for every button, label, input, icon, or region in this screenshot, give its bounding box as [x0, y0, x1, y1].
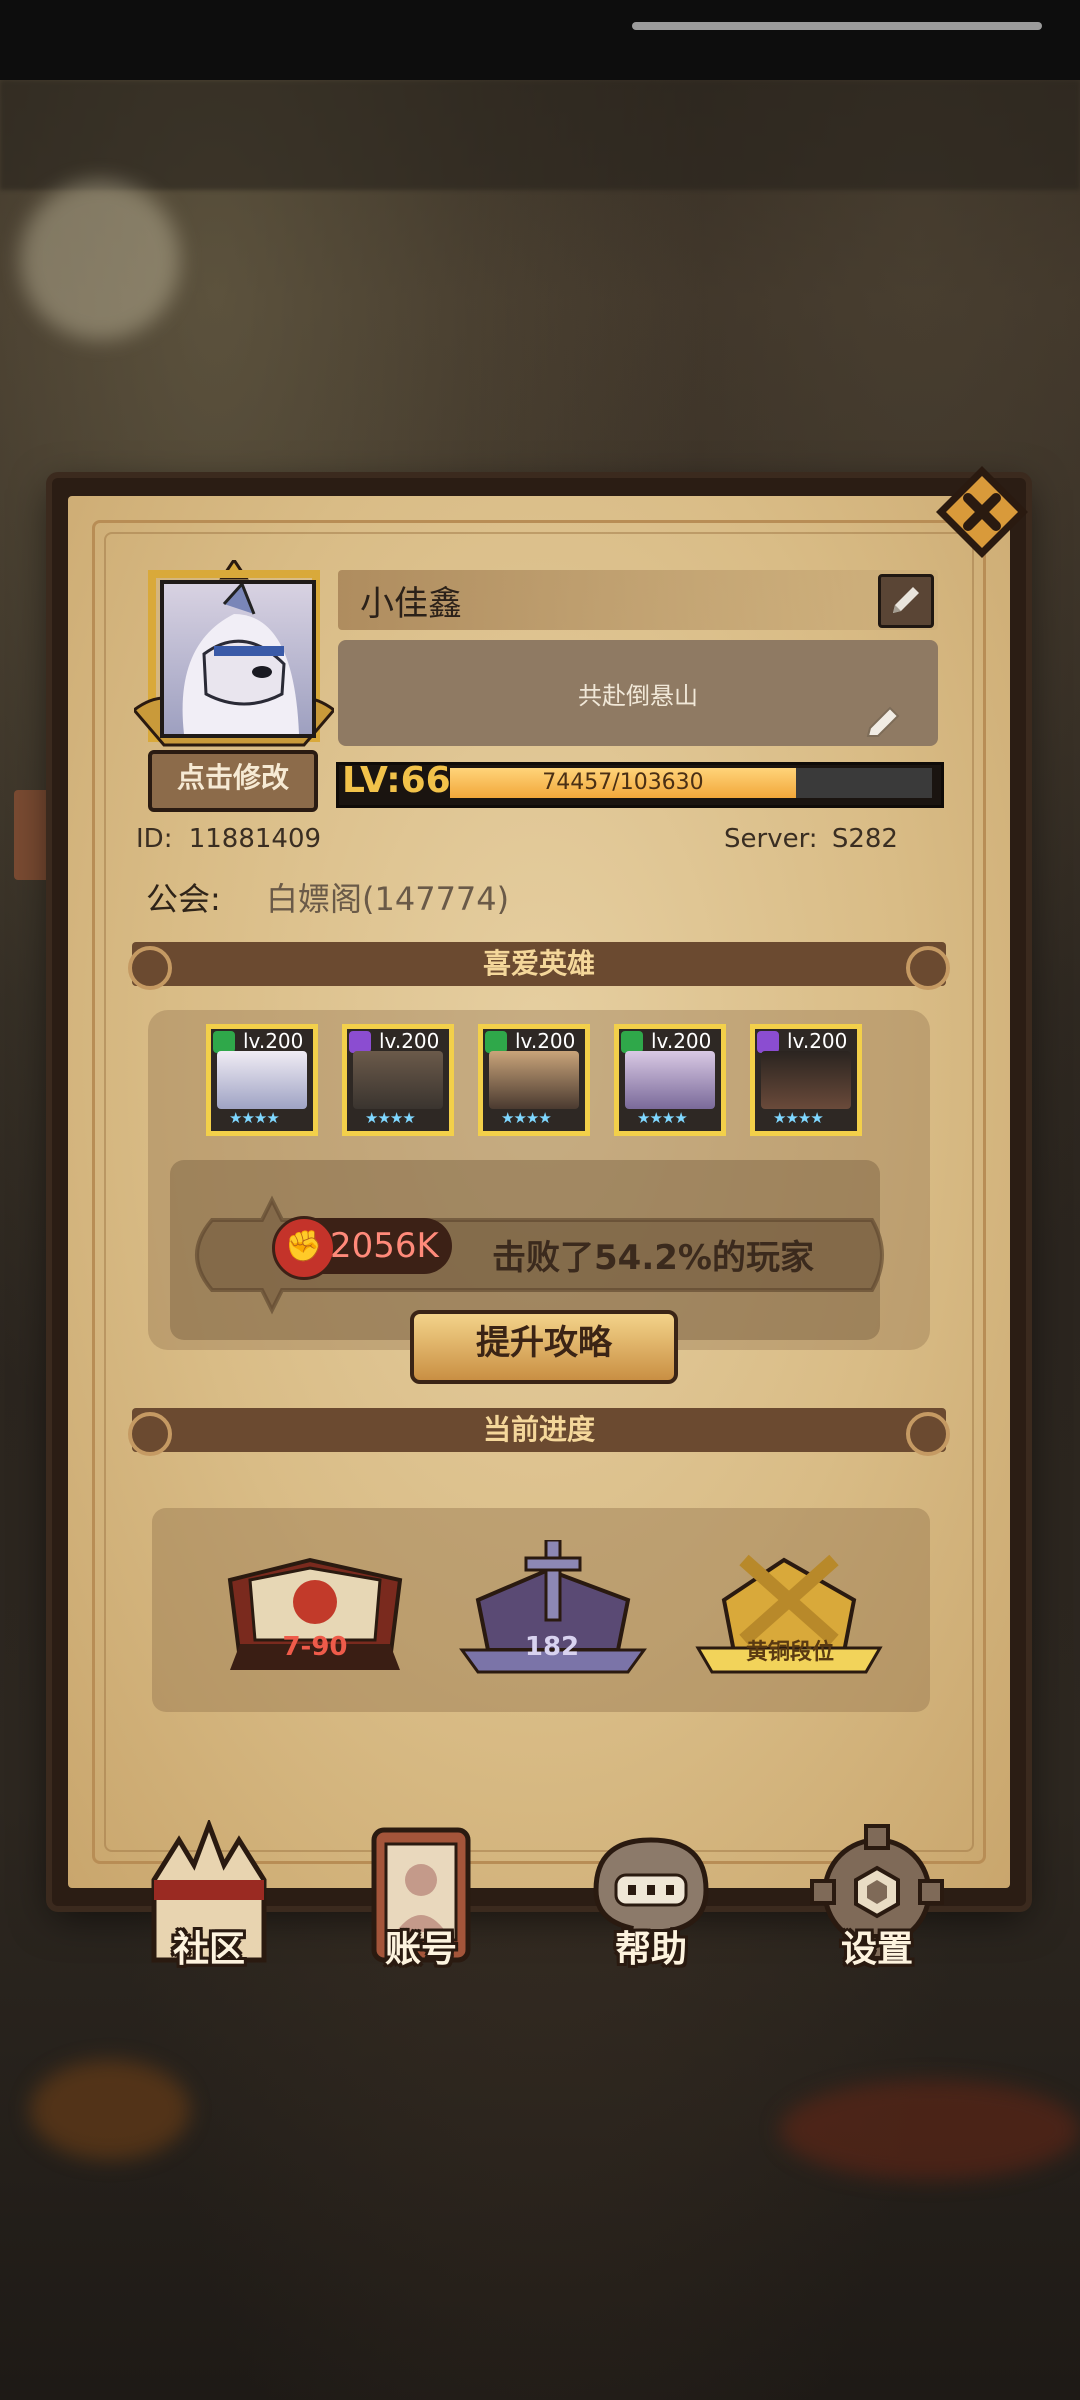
settings-label: 设置	[840, 1929, 913, 1970]
hero-level: lv.200	[379, 1029, 440, 1053]
background-side-tab	[14, 790, 56, 880]
tower-progress-label: 182	[524, 1632, 580, 1662]
edit-motto-pencil-icon[interactable]	[864, 704, 904, 740]
improve-strategy-button[interactable]: 提升攻略	[410, 1310, 678, 1384]
favorite-heroes-header: 喜爱英雄	[128, 942, 950, 990]
hero-stars: ★★★★	[773, 1109, 824, 1127]
healer-class-icon	[485, 1031, 507, 1053]
sword-class-icon	[213, 1031, 235, 1053]
hero-portrait	[625, 1051, 715, 1109]
player-name: 小佳鑫	[360, 584, 462, 624]
power-value: 2056K	[330, 1226, 439, 1266]
guild-value[interactable]: 白嫖阁(147774)	[266, 874, 509, 920]
hero-portrait	[217, 1051, 307, 1109]
edit-avatar-button[interactable]: 点击修改	[148, 750, 318, 812]
account-label: 账号	[384, 1929, 457, 1970]
close-button[interactable]	[932, 462, 1032, 562]
player-id: ID: 11881409	[136, 824, 321, 854]
server-info: Server: S282	[724, 824, 898, 854]
assassin-class-icon	[757, 1031, 779, 1053]
hero-stars: ★★★★	[637, 1109, 688, 1127]
community-label: 社区	[172, 1929, 245, 1970]
hero-stars: ★★★★	[501, 1109, 552, 1127]
avatar[interactable]	[134, 560, 334, 760]
hero-level: lv.200	[515, 1029, 576, 1053]
hero-stars: ★★★★	[229, 1109, 280, 1127]
hero-level: lv.200	[651, 1029, 712, 1053]
help-label: 帮助	[614, 1929, 687, 1970]
hero-level: lv.200	[243, 1029, 304, 1053]
avatar-portrait	[160, 580, 316, 738]
background-top-bar	[0, 80, 1080, 190]
background-blur-blob	[780, 2080, 1080, 2180]
hero-card[interactable]: lv.200 ★★★★	[478, 1024, 590, 1136]
hero-stars: ★★★★	[365, 1109, 416, 1127]
current-progress-header: 当前进度	[128, 1408, 950, 1456]
system-gesture-pill	[632, 22, 1042, 30]
guild-label: 公会:	[146, 880, 221, 918]
id-label: ID:	[136, 824, 173, 854]
hero-level: lv.200	[787, 1029, 848, 1053]
server-value: S282	[831, 824, 898, 854]
hero-portrait	[353, 1051, 443, 1109]
hero-card[interactable]: lv.200 ★★★★	[342, 1024, 454, 1136]
hero-card[interactable]: lv.200 ★★★★	[750, 1024, 862, 1136]
pencil-icon	[893, 587, 919, 613]
server-label: Server:	[724, 824, 818, 854]
favorite-heroes-title: 喜爱英雄	[482, 947, 595, 980]
status-bar	[0, 0, 1080, 80]
hero-portrait	[761, 1051, 851, 1109]
player-motto: 共赴倒悬山	[578, 682, 698, 710]
xp-text: 74457/103630	[542, 770, 704, 795]
level-label: LV:66	[342, 760, 451, 801]
campaign-progress-label: 7-90	[282, 1632, 348, 1662]
fist-icon: ✊	[272, 1216, 336, 1280]
background-blur-blob	[20, 180, 180, 340]
hero-card[interactable]: lv.200 ★★★★	[614, 1024, 726, 1136]
edit-name-button[interactable]	[878, 574, 934, 628]
id-value: 11881409	[188, 824, 322, 854]
hero-portrait	[489, 1051, 579, 1109]
hero-card[interactable]: lv.200 ★★★★	[206, 1024, 318, 1136]
background-blur-blob	[30, 2060, 190, 2160]
beat-percentage-text: 击败了54.2%的玩家	[492, 1238, 814, 1278]
current-progress-title: 当前进度	[482, 1413, 595, 1446]
support-class-icon	[621, 1031, 643, 1053]
magic-class-icon	[349, 1031, 371, 1053]
arena-rank-label: 黄铜段位	[745, 1640, 834, 1665]
